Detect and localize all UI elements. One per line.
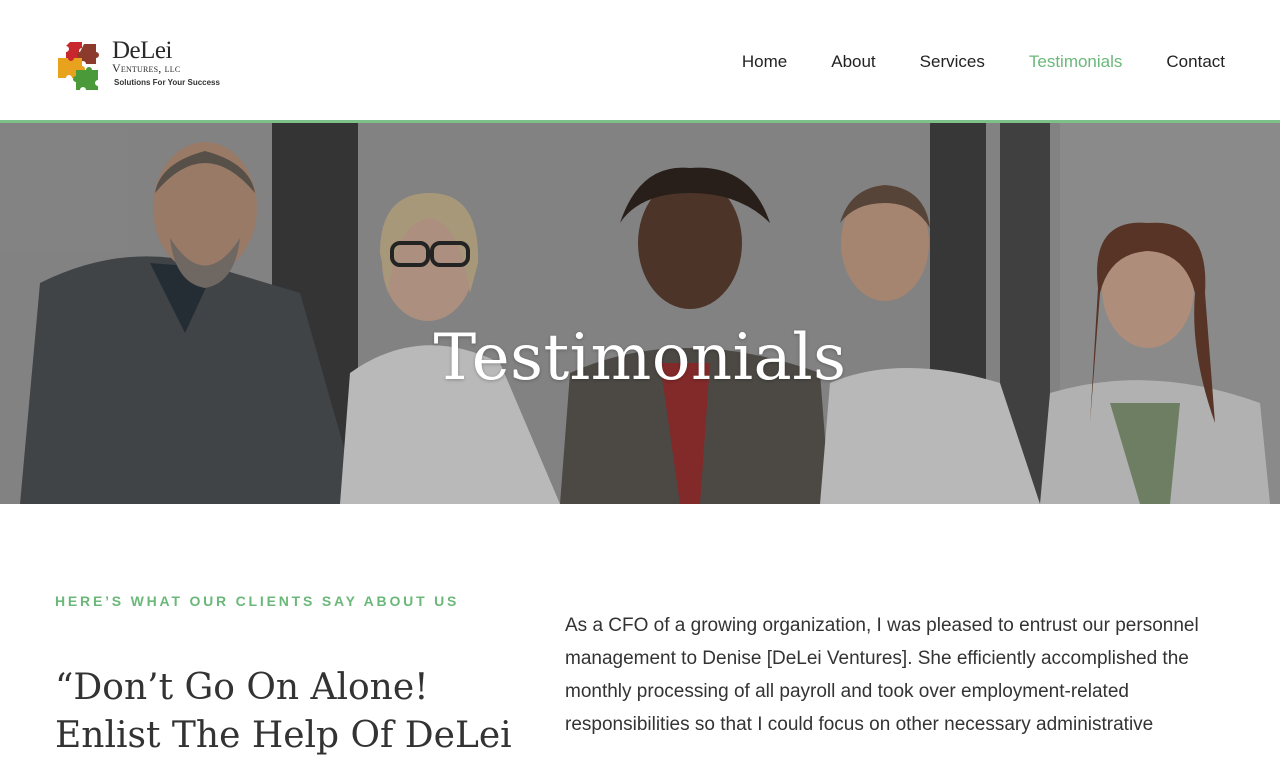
hero-banner: Testimonials xyxy=(0,123,1280,504)
logo-main-text: DeLei xyxy=(112,37,172,64)
site-header: DeLei Ventures, llc Solutions For Your S… xyxy=(0,0,1280,123)
logo-sub-text: Ventures, llc xyxy=(112,61,181,75)
logo-tagline: Solutions For Your Success xyxy=(114,78,220,87)
main-nav: Home About Services Testimonials Contact xyxy=(698,51,1225,73)
hero-overlay xyxy=(0,123,1280,504)
nav-item-services[interactable]: Services xyxy=(920,51,985,73)
testimonial-text: As a CFO of a growing organization, I wa… xyxy=(565,615,1199,735)
site-logo[interactable]: DeLei Ventures, llc Solutions For Your S… xyxy=(56,36,220,94)
nav-item-contact[interactable]: Contact xyxy=(1166,51,1225,73)
nav-item-home[interactable]: Home xyxy=(742,51,787,73)
puzzle-logo-icon xyxy=(58,42,99,90)
section-eyebrow: Here’s What Our Clients Say About Us xyxy=(55,593,460,609)
page-title: Testimonials xyxy=(433,320,847,395)
testimonials-section: Here’s What Our Clients Say About Us “Do… xyxy=(0,504,1280,756)
nav-item-testimonials[interactable]: Testimonials xyxy=(1029,51,1123,73)
quote-heading: “Don’t Go On Alone! Enlist The Help Of D… xyxy=(55,666,512,756)
nav-item-about[interactable]: About xyxy=(831,51,875,73)
